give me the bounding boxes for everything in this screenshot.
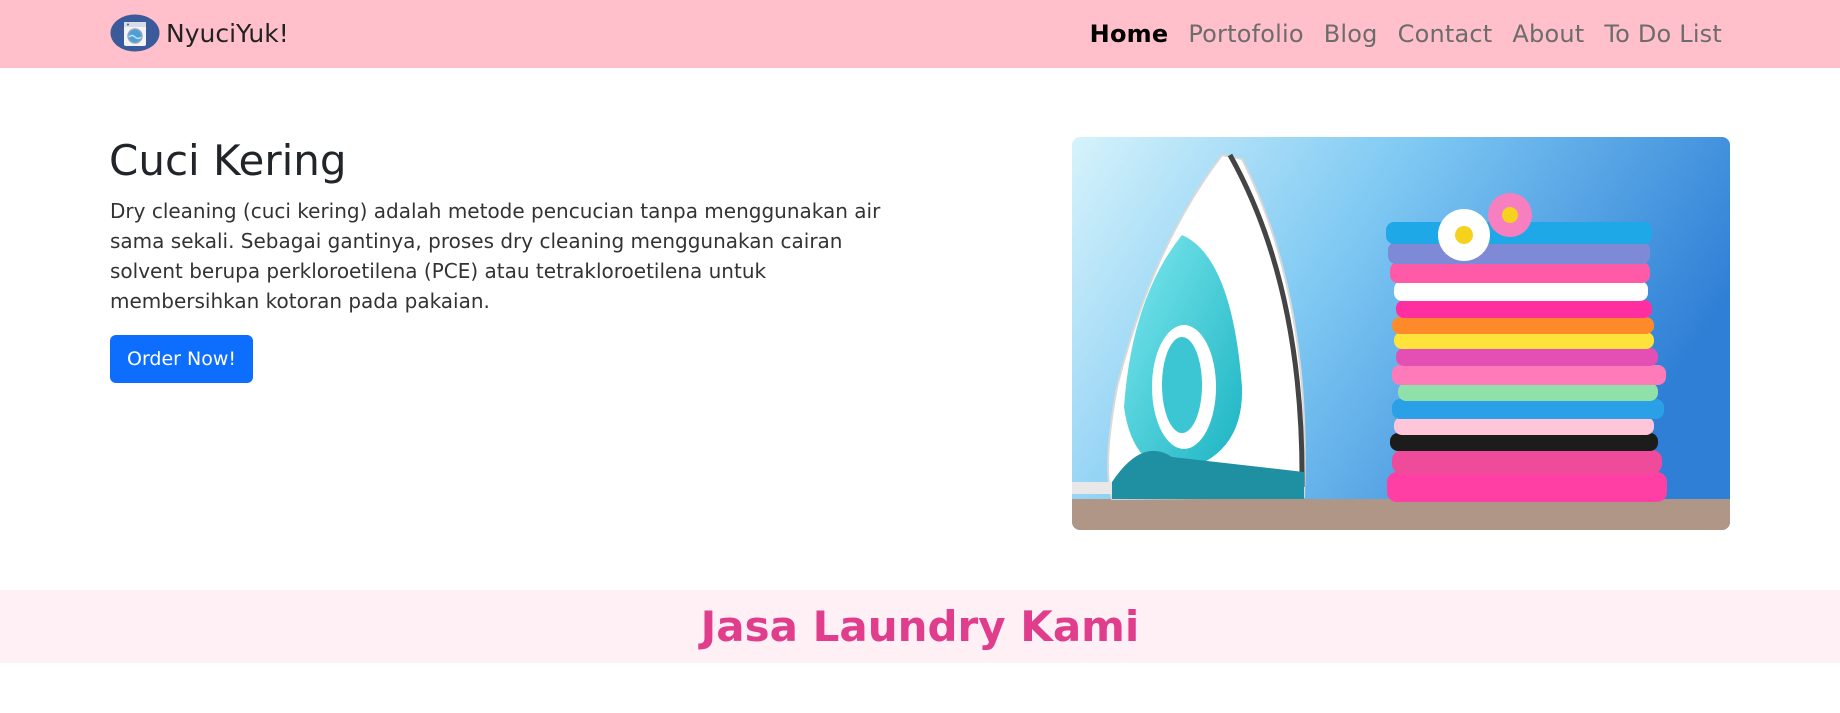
top-navbar: NyuciYuk! Home Portofolio Blog Contact A…	[0, 0, 1840, 68]
nav-link-todo-list[interactable]: To Do List	[1604, 20, 1722, 48]
nav-link-home[interactable]: Home	[1090, 20, 1169, 48]
hero-description: Dry cleaning (cuci kering) adalah metode…	[110, 199, 881, 313]
nav-link-about[interactable]: About	[1512, 20, 1584, 48]
nav-link-contact[interactable]: Contact	[1398, 20, 1493, 48]
washing-machine-icon	[110, 14, 160, 52]
hero-image	[1072, 137, 1730, 530]
nav-link-blog[interactable]: Blog	[1324, 20, 1378, 48]
nav-menu: Home Portofolio Blog Contact About To Do…	[1090, 0, 1722, 68]
services-section: Jasa Laundry Kami	[0, 590, 1840, 663]
nav-link-portofolio[interactable]: Portofolio	[1188, 20, 1303, 48]
order-now-button[interactable]: Order Now!	[110, 335, 253, 383]
folded-clothes-illustration	[1386, 193, 1667, 502]
brand-link[interactable]: NyuciYuk!	[110, 14, 289, 52]
hero-title: Cuci Kering	[109, 136, 347, 185]
brand-name: NyuciYuk!	[166, 18, 289, 48]
services-title: Jasa Laundry Kami	[700, 602, 1140, 651]
